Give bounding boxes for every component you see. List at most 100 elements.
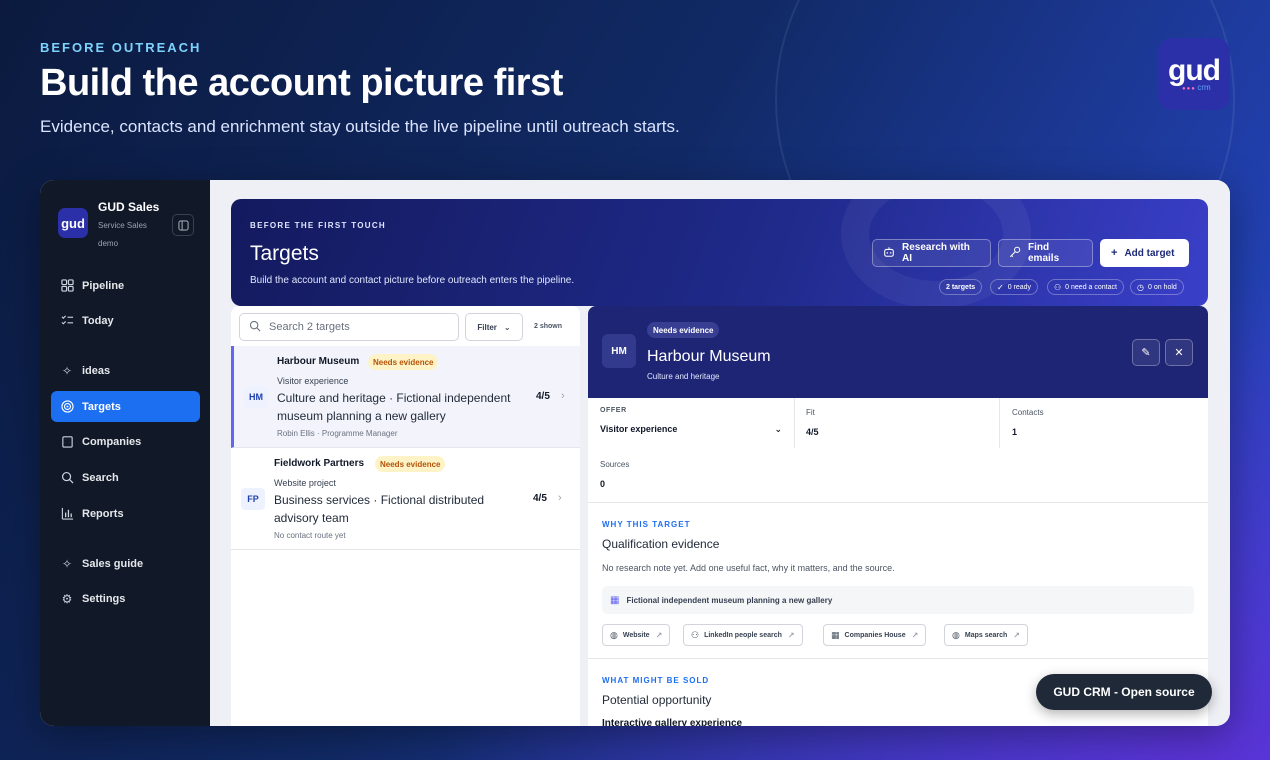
- offer-select[interactable]: Visitor experience ⌄: [600, 424, 782, 435]
- sidebar: gud GUD Sales Service Sales demo Pipelin…: [40, 180, 210, 726]
- chevron-right-icon: ›: [561, 390, 565, 402]
- sidebar-item-pipeline[interactable]: Pipeline: [51, 270, 200, 301]
- find-emails-button-label: Find emails: [1028, 242, 1060, 264]
- sidebar-item-targets[interactable]: Targets: [51, 391, 200, 422]
- workspace-type: Service Sales: [98, 221, 147, 230]
- avatar: FP: [241, 488, 265, 510]
- edit-button[interactable]: ✎: [1132, 339, 1160, 366]
- contacts-label: Contacts: [1012, 408, 1044, 417]
- pencil-icon: ✎: [1141, 347, 1151, 359]
- sidebar-item-today[interactable]: Today: [51, 305, 200, 336]
- search-icon: [249, 320, 261, 335]
- checklist-icon: [60, 314, 74, 328]
- avatar: HM: [602, 334, 636, 368]
- collapse-sidebar-button[interactable]: [172, 214, 194, 236]
- sidebar-item-label: Sales guide: [82, 557, 144, 570]
- contacts-field: Contacts 1: [1012, 408, 1044, 437]
- sidebar-item-label: Search: [82, 471, 119, 484]
- sidebar-item-label: Targets: [82, 400, 121, 413]
- target-contact: Robin Ellis · Programme Manager: [277, 429, 398, 438]
- divider: [999, 398, 1000, 448]
- ready-count-chip: ✓ 0 ready: [990, 279, 1039, 295]
- banner-eyebrow: BEFORE THE FIRST TOUCH: [250, 221, 387, 230]
- hero-title: Build the account picture first: [40, 62, 563, 104]
- fit-score: 4/5: [533, 493, 547, 504]
- status-badge: Needs evidence: [647, 322, 720, 338]
- fit-label: Fit: [806, 408, 815, 417]
- link-label: Website: [622, 631, 650, 639]
- open-source-badge[interactable]: GUD CRM - Open source: [1036, 674, 1212, 710]
- filter-label: Filter: [477, 322, 497, 332]
- page-title: Targets: [250, 242, 319, 265]
- sources-field: Sources 0: [600, 460, 629, 489]
- chip-label: 0 need a contact: [1065, 283, 1117, 291]
- workspace-logo: gud: [58, 208, 88, 238]
- sidebar-item-companies[interactable]: Companies: [51, 426, 200, 457]
- research-button-label: Research with AI: [902, 242, 970, 264]
- target-offer: Visitor experience: [277, 376, 349, 386]
- need-contact-chip: ⚇ 0 need a contact: [1047, 279, 1124, 295]
- divider: [588, 502, 1208, 503]
- external-link-icon: ↗: [787, 630, 795, 640]
- search-placeholder: Search 2 targets: [269, 321, 350, 333]
- avatar: HM: [244, 386, 268, 408]
- contacts-value: 1: [1012, 427, 1018, 437]
- globe-icon: ◍: [610, 629, 618, 640]
- gear-icon: ⚙: [61, 591, 73, 606]
- target-detail-panel: HM Needs evidence Harbour Museum Culture…: [588, 306, 1208, 726]
- sold-eyebrow: WHAT MIGHT BE SOLD: [602, 676, 710, 685]
- hero-eyebrow: BEFORE OUTREACH: [40, 40, 202, 55]
- sidebar-item-reports[interactable]: Reports: [51, 498, 200, 529]
- target-row-fieldwork-partners[interactable]: FP Fieldwork Partners Needs evidence Web…: [231, 448, 580, 550]
- users-icon: ⚇: [1054, 282, 1062, 292]
- evidence-item: ▦ Fictional independent museum planning …: [602, 586, 1194, 614]
- target-description: Business services · Fictional distribute…: [274, 493, 485, 525]
- sidebar-item-label: ideas: [82, 364, 111, 377]
- sidebar-item-search[interactable]: Search: [51, 462, 200, 493]
- sidebar-item-ideas[interactable]: ✧ ideas: [51, 355, 200, 386]
- search-input[interactable]: Search 2 targets: [239, 313, 459, 341]
- find-emails-button[interactable]: Find emails: [998, 239, 1093, 267]
- fit-value: 4/5: [806, 427, 819, 437]
- add-target-button[interactable]: + Add target: [1100, 239, 1189, 267]
- research-with-ai-button[interactable]: Research with AI: [872, 239, 991, 267]
- main-content: BEFORE THE FIRST TOUCH Targets Build the…: [210, 180, 1230, 726]
- sold-title: Potential opportunity: [602, 693, 712, 707]
- workspace-mode: demo: [98, 239, 119, 248]
- target-row-harbour-museum[interactable]: HM Harbour Museum Needs evidence Visitor…: [231, 346, 580, 448]
- targets-list: Search 2 targets Filter ⌄ 2 shown HM Har…: [231, 306, 580, 726]
- targets-banner: BEFORE THE FIRST TOUCH Targets Build the…: [231, 199, 1208, 306]
- pipeline-grid-icon: [60, 279, 74, 293]
- offer-value: Visitor experience: [600, 424, 678, 434]
- plus-icon: +: [1111, 247, 1118, 259]
- clock-icon: ◷: [1137, 282, 1144, 292]
- close-button[interactable]: ✕: [1165, 339, 1193, 366]
- maps-search-link[interactable]: ◍ Maps search ↗: [944, 624, 1028, 646]
- chevron-right-icon: ›: [558, 492, 562, 504]
- external-link-icon: ↗: [655, 630, 663, 640]
- companies-house-link[interactable]: ▦ Companies House ↗: [823, 624, 927, 646]
- banner-subtitle: Build the account and contact picture be…: [250, 275, 575, 286]
- chevron-down-icon: ⌄: [503, 322, 511, 332]
- divider: [588, 658, 1208, 659]
- evidence-text: Fictional independent museum planning a …: [626, 595, 833, 605]
- sidebar-item-label: Pipeline: [82, 279, 125, 292]
- offer-field[interactable]: OFFER Visitor experience ⌄: [600, 407, 782, 435]
- globe-icon: ◍: [952, 629, 960, 640]
- target-contact: No contact route yet: [274, 531, 346, 540]
- link-label: Companies House: [844, 631, 906, 639]
- sidebar-item-label: Today: [82, 314, 114, 327]
- website-link[interactable]: ◍ Website ↗: [602, 624, 671, 646]
- target-icon: [60, 400, 74, 414]
- robot-icon: [883, 246, 895, 261]
- search-icon: [60, 471, 74, 485]
- detail-header: HM Needs evidence Harbour Museum Culture…: [588, 306, 1208, 398]
- filter-dropdown[interactable]: Filter ⌄: [465, 313, 523, 341]
- sidebar-item-settings[interactable]: ⚙ Settings: [51, 583, 200, 614]
- target-name: Fieldwork Partners: [274, 458, 365, 469]
- chip-label: 0 on hold: [1147, 283, 1177, 291]
- check-icon: ✓: [997, 282, 1004, 292]
- sidebar-item-sales-guide[interactable]: ✧ Sales guide: [51, 548, 200, 579]
- external-link-icon: ↗: [911, 630, 919, 640]
- linkedin-search-link[interactable]: ⚇ LinkedIn people search ↗: [683, 624, 803, 646]
